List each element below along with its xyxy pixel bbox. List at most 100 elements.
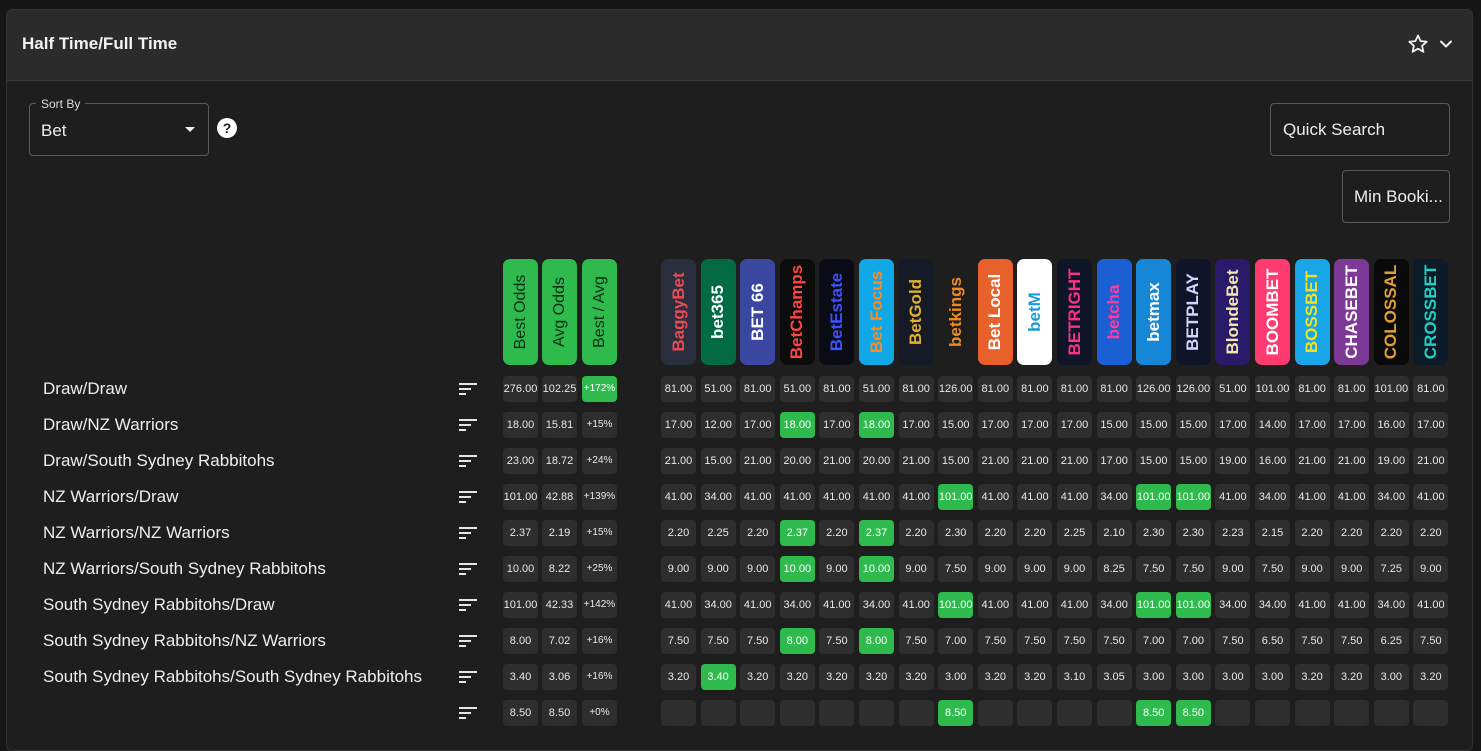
odds-cell[interactable]: 9.00: [740, 556, 776, 582]
odds-cell[interactable]: 2.30: [1136, 520, 1172, 546]
odds-cell[interactable]: 9.00: [661, 556, 696, 582]
bookmaker-logo[interactable]: Bet Local: [977, 259, 1013, 365]
avg-odds-cell[interactable]: 3.06: [542, 664, 577, 690]
odds-cell[interactable]: 34.00: [779, 592, 815, 618]
odds-cell[interactable]: 8.25: [1096, 556, 1132, 582]
odds-cell[interactable]: 3.00: [1255, 664, 1290, 690]
odds-cell[interactable]: 9.00: [700, 556, 736, 582]
odds-cell[interactable]: 2.25: [1057, 520, 1092, 546]
odds-cell[interactable]: 7.50: [1057, 628, 1092, 654]
summary-header[interactable]: Best / Avg: [582, 259, 617, 365]
odds-cell[interactable]: 9.00: [1215, 556, 1251, 582]
odds-cell[interactable]: 15.00: [1096, 412, 1132, 438]
odds-cell[interactable]: 101.00: [938, 484, 974, 510]
odds-cell[interactable]: 3.20: [819, 664, 855, 690]
odds-cell[interactable]: [1096, 700, 1132, 726]
odds-cell[interactable]: 81.00: [819, 376, 855, 402]
odds-cell[interactable]: 17.00: [898, 412, 934, 438]
odds-cell[interactable]: 101.00: [1255, 376, 1290, 402]
odds-cell[interactable]: 101.00: [1136, 484, 1172, 510]
odds-cell[interactable]: 41.00: [779, 484, 815, 510]
odds-cell[interactable]: 15.00: [1136, 412, 1172, 438]
odds-cell[interactable]: 81.00: [977, 376, 1013, 402]
odds-cell[interactable]: [1255, 700, 1290, 726]
odds-cell[interactable]: 9.00: [819, 556, 855, 582]
odds-cell[interactable]: 8.00: [779, 628, 815, 654]
odds-cell[interactable]: 17.00: [1294, 412, 1330, 438]
odds-cell[interactable]: 9.00: [898, 556, 934, 582]
bookmaker-logo[interactable]: COLOSSAL: [1373, 259, 1409, 365]
odds-cell[interactable]: 3.20: [1017, 664, 1053, 690]
odds-cell[interactable]: 41.00: [1017, 592, 1053, 618]
odds-cell[interactable]: 21.00: [1413, 448, 1449, 474]
odds-cell[interactable]: 2.20: [1017, 520, 1053, 546]
sort-icon[interactable]: [459, 670, 479, 684]
sort-icon[interactable]: [459, 562, 479, 576]
best-odds-cell[interactable]: 23.00: [503, 448, 538, 474]
odds-cell[interactable]: 3.20: [898, 664, 934, 690]
odds-cell[interactable]: 101.00: [1373, 376, 1409, 402]
odds-cell[interactable]: 41.00: [898, 592, 934, 618]
odds-cell[interactable]: 2.15: [1255, 520, 1290, 546]
odds-cell[interactable]: 15.00: [1175, 448, 1211, 474]
odds-cell[interactable]: 15.00: [938, 448, 974, 474]
odds-cell[interactable]: 2.30: [938, 520, 974, 546]
odds-cell[interactable]: 3.05: [1096, 664, 1132, 690]
odds-cell[interactable]: [1215, 700, 1251, 726]
odds-cell[interactable]: 7.25: [1373, 556, 1409, 582]
best-odds-cell[interactable]: 276.00: [503, 376, 538, 402]
odds-cell[interactable]: 2.37: [779, 520, 815, 546]
odds-cell[interactable]: 17.00: [1413, 412, 1449, 438]
best-avg-cell[interactable]: +15%: [582, 412, 617, 438]
odds-cell[interactable]: [661, 700, 696, 726]
odds-cell[interactable]: 2.20: [661, 520, 696, 546]
sort-icon[interactable]: [459, 382, 479, 396]
odds-cell[interactable]: 41.00: [898, 484, 934, 510]
odds-cell[interactable]: 3.20: [1413, 664, 1449, 690]
odds-cell[interactable]: 20.00: [859, 448, 894, 474]
bookmaker-logo[interactable]: betM: [1017, 259, 1053, 365]
odds-cell[interactable]: 7.50: [1255, 556, 1290, 582]
best-avg-cell[interactable]: +16%: [582, 664, 617, 690]
odds-cell[interactable]: [898, 700, 934, 726]
odds-cell[interactable]: 81.00: [1294, 376, 1330, 402]
odds-cell[interactable]: 51.00: [700, 376, 736, 402]
sort-icon[interactable]: [459, 490, 479, 504]
odds-cell[interactable]: 81.00: [898, 376, 934, 402]
odds-cell[interactable]: 17.00: [740, 412, 776, 438]
odds-cell[interactable]: 7.50: [1294, 628, 1330, 654]
odds-cell[interactable]: 14.00: [1255, 412, 1290, 438]
odds-cell[interactable]: 17.00: [1215, 412, 1251, 438]
best-avg-cell[interactable]: +24%: [582, 448, 617, 474]
odds-cell[interactable]: 101.00: [1136, 592, 1172, 618]
avg-odds-cell[interactable]: 18.72: [542, 448, 577, 474]
odds-cell[interactable]: 3.00: [1175, 664, 1211, 690]
avg-odds-cell[interactable]: 8.22: [542, 556, 577, 582]
bookmaker-logo[interactable]: BETRIGHT: [1057, 259, 1092, 365]
odds-cell[interactable]: [740, 700, 776, 726]
odds-cell[interactable]: 3.10: [1057, 664, 1092, 690]
bookmaker-logo[interactable]: BlondeBet: [1215, 259, 1251, 365]
odds-cell[interactable]: 21.00: [661, 448, 696, 474]
bookmaker-logo[interactable]: CHASEBET: [1334, 259, 1370, 365]
best-odds-cell[interactable]: 101.00: [503, 592, 538, 618]
odds-cell[interactable]: 10.00: [859, 556, 894, 582]
odds-cell[interactable]: 3.40: [700, 664, 736, 690]
avg-odds-cell[interactable]: 15.81: [542, 412, 577, 438]
odds-cell[interactable]: 9.00: [1017, 556, 1053, 582]
chevron-down-icon[interactable]: [1436, 34, 1456, 54]
odds-cell[interactable]: 81.00: [1057, 376, 1092, 402]
odds-cell[interactable]: 41.00: [1334, 592, 1370, 618]
odds-cell[interactable]: 2.20: [898, 520, 934, 546]
odds-cell[interactable]: [1294, 700, 1330, 726]
odds-cell[interactable]: [1057, 700, 1092, 726]
best-avg-cell[interactable]: +25%: [582, 556, 617, 582]
odds-cell[interactable]: 41.00: [1057, 484, 1092, 510]
odds-cell[interactable]: 15.00: [1175, 412, 1211, 438]
odds-cell[interactable]: 17.00: [1334, 412, 1370, 438]
best-odds-cell[interactable]: 8.50: [503, 700, 538, 726]
bookmaker-logo[interactable]: CROSSBET: [1413, 259, 1449, 365]
bookmaker-logo[interactable]: BaggyBet: [661, 259, 696, 365]
odds-cell[interactable]: 7.50: [1136, 556, 1172, 582]
odds-cell[interactable]: 17.00: [819, 412, 855, 438]
